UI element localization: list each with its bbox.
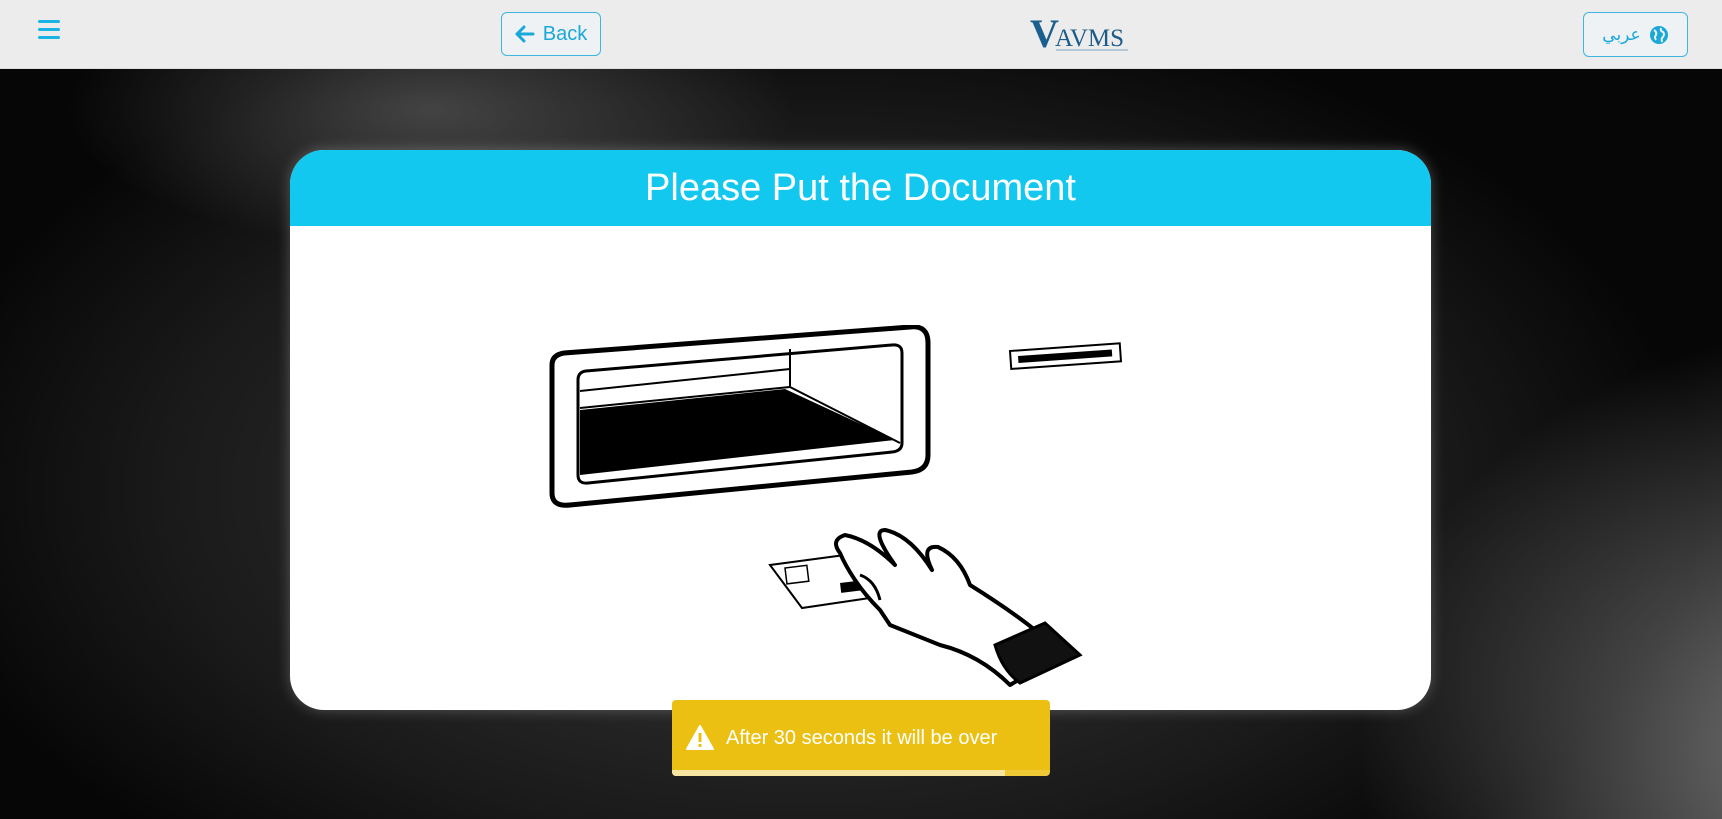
- logo-text: AVMS: [1055, 25, 1124, 52]
- timeout-toast: After 30 seconds it will be over: [672, 700, 1050, 776]
- instruction-card: Please Put the Document: [290, 150, 1431, 710]
- arrow-left-icon: [515, 25, 535, 43]
- language-button[interactable]: عربي: [1583, 12, 1688, 57]
- back-label: Back: [542, 22, 588, 45]
- warning-icon: [686, 725, 714, 750]
- vavms-logo: V AVMS: [1030, 11, 1134, 56]
- language-label: عربي: [1602, 24, 1641, 44]
- globe-icon: [1649, 25, 1668, 44]
- top-bar: Back V AVMS عربي: [0, 0, 1722, 69]
- toast-message: After 30 seconds it will be over: [726, 726, 998, 749]
- card-title: Please Put the Document: [290, 150, 1431, 226]
- menu-button[interactable]: [38, 20, 66, 44]
- document-scanner-illustration: [549, 325, 1123, 687]
- menu-icon: [38, 20, 66, 39]
- toast-progress-bar: [672, 770, 1005, 776]
- back-button[interactable]: Back: [501, 12, 601, 56]
